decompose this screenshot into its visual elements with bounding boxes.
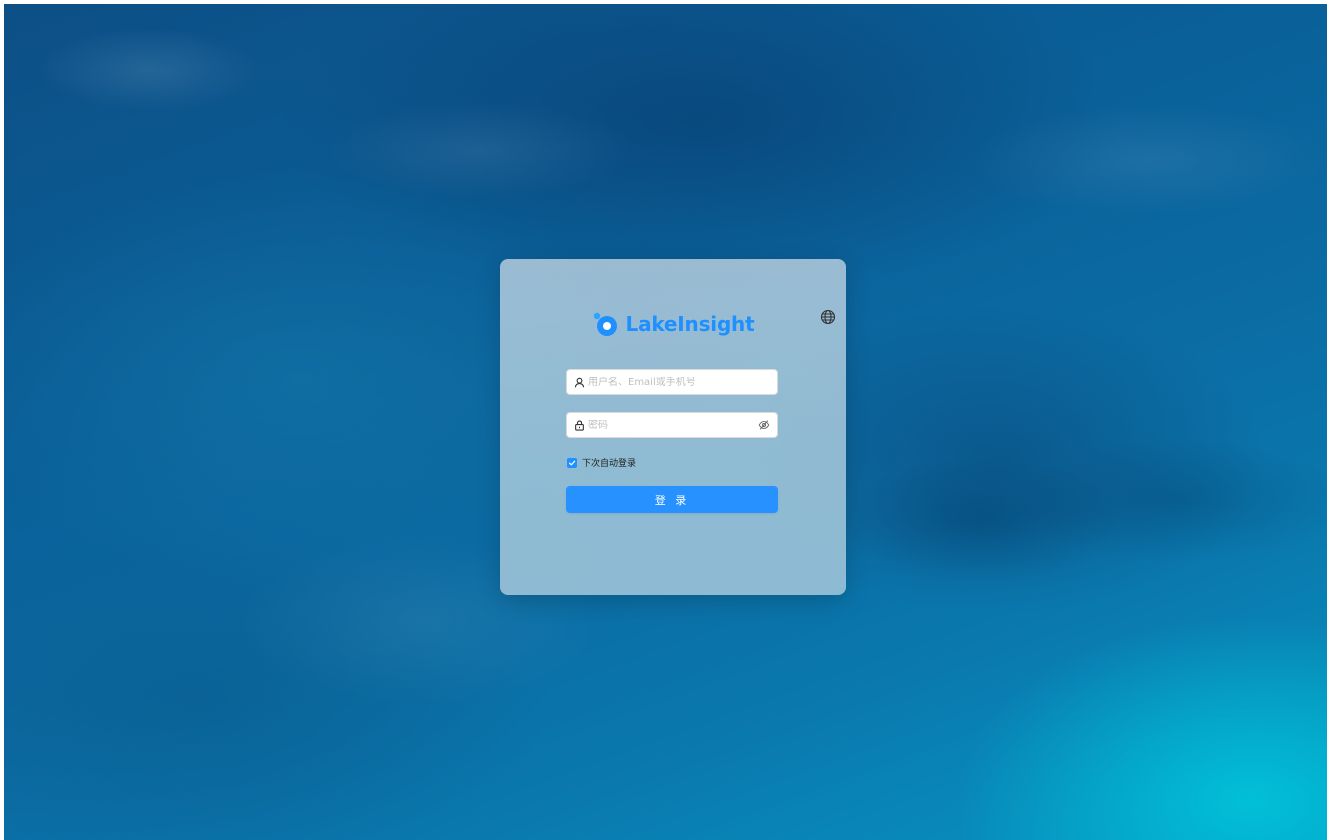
top-edge — [0, 0, 1327, 4]
remember-me-checkbox[interactable]: 下次自动登录 — [567, 456, 636, 469]
lock-icon — [573, 419, 585, 431]
eye-invisible-icon[interactable] — [757, 418, 771, 432]
remember-me-label: 下次自动登录 — [582, 459, 637, 469]
password-input[interactable] — [588, 419, 757, 431]
login-button[interactable]: 登 录 — [566, 486, 778, 513]
user-icon — [573, 376, 585, 388]
brand-logo: LakeInsight — [500, 311, 846, 337]
brand-name: LakeInsight — [625, 312, 755, 336]
username-input[interactable] — [588, 376, 771, 388]
password-field[interactable] — [566, 412, 778, 438]
login-page: LakeInsight 用户名、Email或手机号 下次自动登录 登 录 — [0, 0, 1327, 840]
left-edge — [0, 0, 4, 840]
lakeinsight-logo-icon — [593, 312, 617, 336]
username-field[interactable] — [566, 369, 778, 395]
login-card: LakeInsight 用户名、Email或手机号 下次自动登录 登 录 — [500, 259, 846, 595]
checkbox-checked-icon[interactable] — [567, 457, 577, 468]
